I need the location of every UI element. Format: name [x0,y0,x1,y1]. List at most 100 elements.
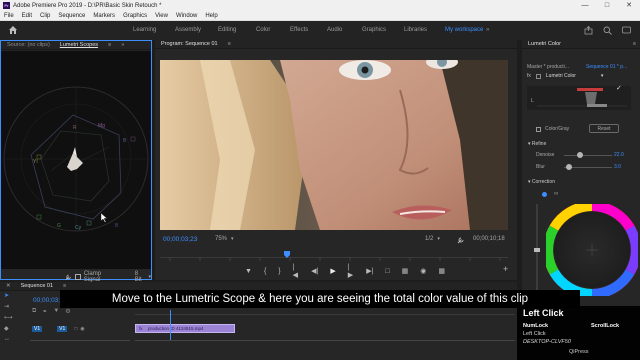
go-to-in-icon[interactable]: |◀ [293,264,299,279]
menu-help[interactable]: Help [205,13,217,19]
menu-clip[interactable]: Clip [40,13,50,19]
home-icon[interactable] [8,25,18,35]
timeline-scrollbar[interactable] [135,340,515,341]
timeline-settings-icon[interactable]: ⚙ [65,308,70,316]
tab-program-sequence[interactable]: Program: Sequence 01 [161,41,218,47]
minimize-icon[interactable]: — [574,0,596,11]
maximize-icon[interactable]: □ [596,0,618,11]
button-editor-icon[interactable]: ▦ [438,267,445,275]
color-wheel[interactable] [546,204,638,296]
denoise-slider-handle[interactable] [577,152,583,158]
fx-badge[interactable]: fx [527,73,531,79]
insert-icon[interactable]: □ [385,268,389,275]
denoise-value[interactable]: 22.0 [614,152,624,158]
correction-section[interactable]: ▾ Correction [528,179,555,185]
workspace-assembly[interactable]: Assembly [175,27,201,33]
effect-chevron-icon[interactable]: ▾ [601,73,604,79]
workspace-learning[interactable]: Learning [133,27,156,33]
workspace-libraries[interactable]: Libraries [404,27,427,33]
clamp-signal-checkbox[interactable] [75,274,81,280]
timeline-menu-icon[interactable]: ≡ [63,283,66,289]
track-target-v1[interactable]: V1 [57,325,68,332]
panel-more-icon[interactable]: » [121,42,124,48]
snap-icon[interactable]: ⧉ [32,308,36,316]
workspace-graphics[interactable]: Graphics [362,27,386,33]
menu-window[interactable]: Window [176,13,197,19]
export-frame-icon[interactable]: ◉ [420,267,426,275]
program-resolution-select[interactable]: 1/2 ▾ [425,236,440,242]
track-height-slider[interactable] [30,340,130,341]
mark-in-icon[interactable]: { [264,268,266,275]
workspace-more-icon[interactable]: » [486,27,489,33]
menu-markers[interactable]: Markers [93,13,115,19]
menu-view[interactable]: View [155,13,168,19]
add-marker-timeline-icon[interactable]: ▼ [53,308,59,316]
timeline-close-icon[interactable]: ✕ [6,283,11,289]
program-mini-ruler[interactable] [160,248,508,261]
close-icon[interactable]: ✕ [618,0,640,11]
track-lock-icon[interactable]: □ [74,326,77,332]
workspace-effects[interactable]: Effects [290,27,308,33]
fx-toggle-checkbox[interactable] [535,74,541,79]
eyedropper-icon[interactable]: ✓ [616,84,622,92]
add-marker-icon[interactable]: ▼ [245,268,252,275]
wrench-icon[interactable] [65,273,72,281]
blur-value[interactable]: 3.0 [614,164,621,170]
notifications-icon[interactable] [622,26,631,35]
correction-single-wheel-radio[interactable] [542,192,547,197]
linked-selection-icon[interactable]: ⚭ [42,308,47,316]
master-clip-label[interactable]: Master * producti... [527,64,569,70]
lumetri-panel-menu-icon[interactable]: ≡ [633,41,636,47]
chevron-down-icon[interactable]: ▾ [148,274,151,280]
panel-menu-icon[interactable]: ≡ [108,42,111,48]
luma-slider-track[interactable] [536,204,538,300]
overwrite-icon[interactable]: ▦ [402,267,409,275]
share-icon[interactable] [584,26,593,35]
video-clip[interactable]: fx production ID 4134515.mp4 [135,324,235,333]
blur-slider-handle[interactable] [566,164,572,170]
video-frame[interactable] [160,60,508,230]
go-to-out-icon[interactable]: ▶| [366,267,373,275]
tab-lumetri-color[interactable]: Lumetri Color [528,41,561,47]
denoise-slider-track[interactable] [564,155,612,156]
menu-edit[interactable]: Edit [22,13,32,19]
menu-file[interactable]: File [4,13,14,19]
workspace-my-workspace[interactable]: My workspace [445,27,483,33]
add-button-icon[interactable]: + [503,264,508,274]
ripple-edit-tool-icon[interactable]: ⟷ [4,314,20,321]
mark-out-icon[interactable]: } [278,268,280,275]
selection-tool-icon[interactable]: ➤ [4,292,20,299]
program-panel-menu-icon[interactable]: ≡ [228,41,231,47]
tab-source[interactable]: Source: (no clips) [7,42,50,48]
track-eye-icon[interactable]: ◉ [80,326,84,332]
reset-button[interactable]: Reset [589,124,619,133]
razor-tool-icon[interactable]: ◆ [4,325,20,332]
play-icon[interactable]: ▶ [330,267,335,275]
zoom-value: 75% [215,236,228,242]
program-current-timecode[interactable]: 00;00;03;23 [163,236,197,243]
search-icon[interactable] [603,26,612,35]
track-source-v1[interactable]: V1 [32,325,43,332]
vectorscope-area[interactable]: R Mg B YI G Cy B [1,51,151,269]
refine-section[interactable]: ▾ Refine [528,141,546,147]
timeline-playhead[interactable] [170,310,171,340]
menu-sequence[interactable]: Sequence [58,13,85,19]
track-select-tool-icon[interactable]: ⇥ [4,303,20,310]
step-back-icon[interactable]: ◀| [311,267,318,275]
color-gray-checkbox[interactable] [536,126,541,132]
step-forward-icon[interactable]: |▶ [348,264,354,279]
slip-tool-icon[interactable]: ↔ [4,336,20,342]
luma-slider-handle[interactable] [534,248,540,252]
timeline-ruler[interactable] [135,314,515,315]
workspace-audio[interactable]: Audio [327,27,342,33]
program-settings-wrench-icon[interactable] [457,236,465,244]
program-zoom-select[interactable]: 75% ▾ [215,236,234,242]
workspace-color[interactable]: Color [256,27,270,33]
tab-lumetri-scopes[interactable]: Lumetri Scopes [60,42,98,48]
sequence-clip-label[interactable]: Sequence 01 * p... [586,64,627,70]
menu-graphics[interactable]: Graphics [123,13,147,19]
workspace-editing[interactable]: Editing [218,27,236,33]
program-duration-timecode: 00;00;10;18 [473,236,505,242]
correction-multi-wheel-icon[interactable]: ∞ [554,191,558,197]
tab-sequence-01[interactable]: Sequence 01 [21,283,53,289]
